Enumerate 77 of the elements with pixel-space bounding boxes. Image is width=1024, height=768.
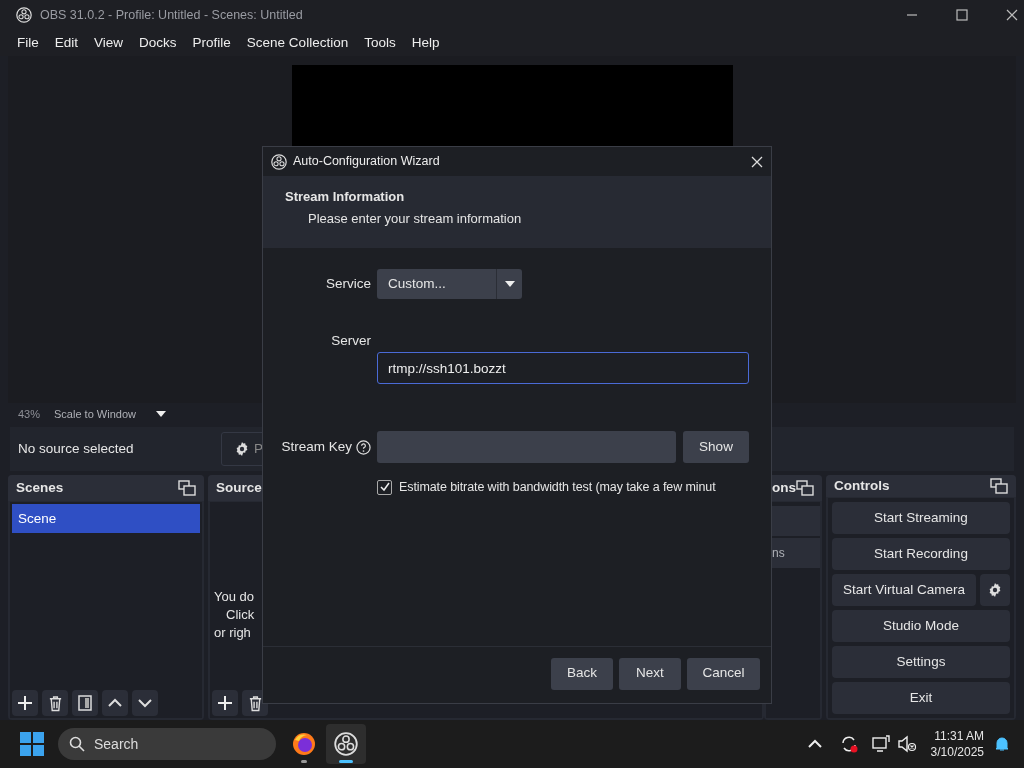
scale-dropdown[interactable]: Scale to Window xyxy=(54,406,166,423)
add-button[interactable] xyxy=(12,690,38,717)
menu-item[interactable]: Profile xyxy=(184,32,239,53)
dock-title: ons xyxy=(772,479,796,498)
menu-item[interactable]: Edit xyxy=(46,32,87,53)
undock-icon[interactable] xyxy=(178,480,196,497)
app-logo-icon xyxy=(271,153,287,170)
close-icon[interactable] xyxy=(1006,8,1018,21)
caret-icon xyxy=(155,411,166,418)
control-button[interactable]: Studio Mode xyxy=(832,610,1010,643)
plus-icon xyxy=(17,695,33,712)
section-heading: Stream Information xyxy=(285,188,405,206)
search-field[interactable]: Search xyxy=(58,728,276,761)
caret-icon xyxy=(504,281,515,287)
maximize-icon[interactable] xyxy=(956,8,968,21)
service-dropdown[interactable]: Custom... xyxy=(377,269,522,299)
clock-date[interactable]: 3/10/2025 xyxy=(930,744,984,761)
menu-item[interactable]: File xyxy=(9,32,47,53)
control-button[interactable]: Settings xyxy=(832,646,1010,679)
close-icon[interactable] xyxy=(751,155,763,168)
wizard-button[interactable]: Cancel xyxy=(687,657,760,690)
undock-icon[interactable] xyxy=(990,478,1008,495)
zoom-level: 43% xyxy=(18,407,41,423)
add-button[interactable] xyxy=(212,690,238,717)
dock-title: Scenes xyxy=(16,479,64,498)
source-status-label: No source selected xyxy=(17,440,135,459)
dialog-title: Auto-Configuration Wizard xyxy=(293,153,440,171)
dock-title: Source xyxy=(216,479,262,498)
dock-title: Controls xyxy=(834,477,890,496)
gear-icon xyxy=(987,582,1003,599)
virtual-camera-settings-button[interactable] xyxy=(980,574,1010,607)
menu-item[interactable]: View xyxy=(86,32,132,53)
trash-icon xyxy=(47,694,63,712)
app-logo-icon xyxy=(16,6,32,23)
move-down-button[interactable] xyxy=(132,690,158,717)
checkbox-label: Estimate bitrate with bandwidth test (may take a few minut xyxy=(399,478,716,496)
show-button[interactable]: Show xyxy=(683,431,749,463)
checkbox[interactable] xyxy=(377,479,392,495)
start-icon[interactable] xyxy=(20,732,44,757)
menu-item[interactable]: Help xyxy=(403,32,448,53)
field-label: Server xyxy=(331,331,371,350)
filter-button[interactable] xyxy=(72,690,98,717)
remove-button[interactable] xyxy=(42,690,68,717)
browser-icon xyxy=(292,732,316,757)
clock-time[interactable]: 11:31 AM xyxy=(934,728,984,745)
notification-bell-icon[interactable] xyxy=(994,736,1010,753)
empty-hint-text: or righ xyxy=(214,624,251,643)
help-icon[interactable] xyxy=(356,439,371,455)
control-button[interactable]: Start Recording xyxy=(832,538,1010,571)
trash-icon xyxy=(247,694,263,712)
window-title: OBS 31.0.2 - Profile: Untitled - Scenes: Untitled xyxy=(40,6,303,24)
plus-icon xyxy=(217,695,233,712)
search-icon xyxy=(69,736,85,753)
stream-key-input[interactable] xyxy=(377,431,676,463)
control-button[interactable]: Exit xyxy=(832,682,1010,715)
menu-item[interactable]: Tools xyxy=(356,32,404,53)
server-input[interactable]: rtmp://ssh101.bozzt xyxy=(377,352,749,384)
empty-hint-text: Click xyxy=(225,606,255,625)
field-label: Service xyxy=(326,274,371,293)
empty-hint-text: You do xyxy=(214,588,254,607)
menu-item[interactable]: Docks xyxy=(131,32,185,53)
wizard-button[interactable]: Next xyxy=(619,657,681,690)
scene-item[interactable]: Scene xyxy=(12,504,200,534)
wizard-button[interactable]: Back xyxy=(551,657,613,690)
control-button[interactable]: Start Virtual Camera xyxy=(832,574,976,607)
taskbar-app-button[interactable] xyxy=(326,724,366,765)
network-icon[interactable] xyxy=(870,734,891,755)
section-description: Please enter your stream information xyxy=(307,209,522,228)
move-up-button[interactable] xyxy=(102,690,128,717)
app-logo-icon xyxy=(334,732,358,757)
filter-icon xyxy=(77,695,93,712)
field-label: Stream Key xyxy=(281,437,352,456)
control-button[interactable]: Start Streaming xyxy=(832,502,1010,535)
gear-icon xyxy=(234,441,250,458)
menu-item[interactable]: Scene Collection xyxy=(238,32,357,53)
undock-icon[interactable] xyxy=(796,480,814,497)
volume-muted-icon[interactable] xyxy=(896,734,917,755)
